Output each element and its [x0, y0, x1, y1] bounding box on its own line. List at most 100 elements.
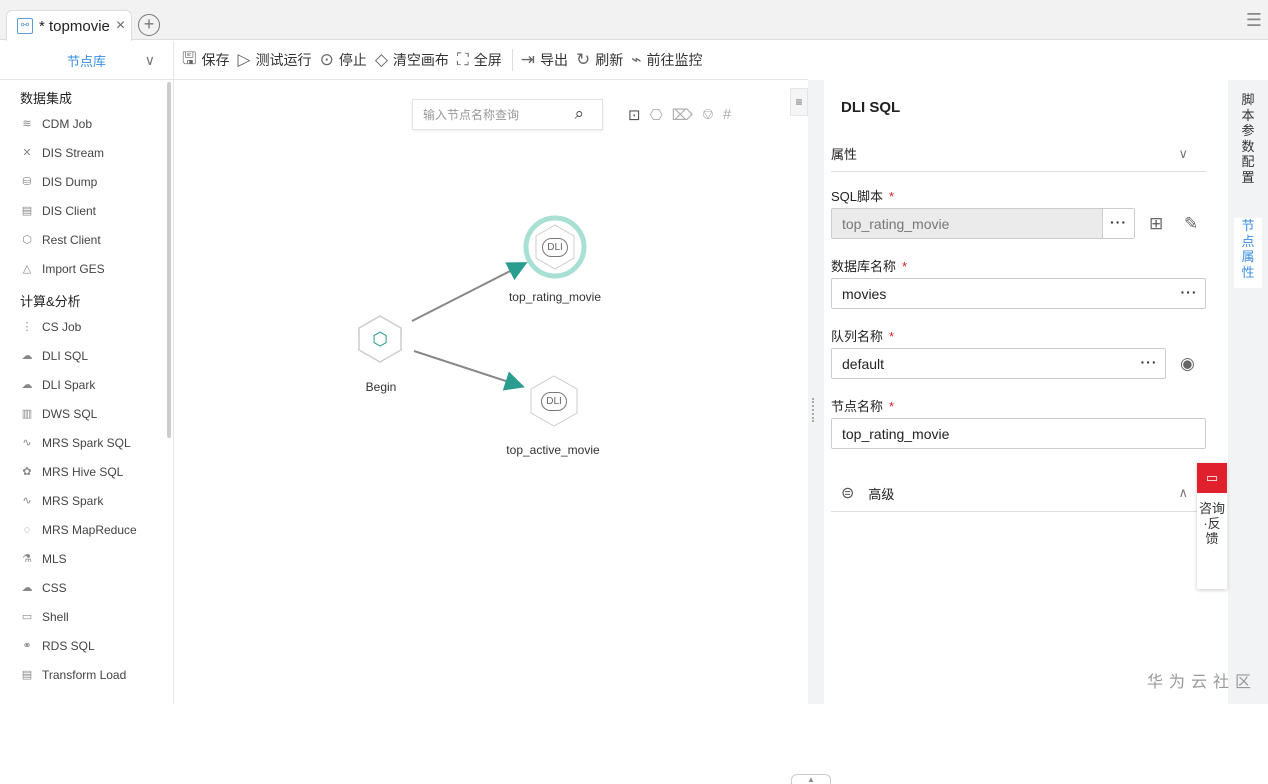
node-name-value: top_rating_movie [842, 425, 950, 442]
tab-node-properties[interactable]: 节点属性 [1234, 218, 1262, 288]
sidebar-item-dws-sql[interactable]: ▥ DWS SQL [0, 399, 173, 428]
node-type-icon: ▥ [21, 408, 33, 420]
add-tab-button[interactable]: + [138, 14, 160, 36]
sidebar-item-label: Import GES [42, 261, 105, 276]
database-field[interactable]: movies ··· [831, 278, 1206, 309]
chat-icon: ▭ [1197, 463, 1227, 493]
sidebar-item-dli-spark[interactable]: ☁ DLI Spark [0, 370, 173, 399]
sidebar-item-cs-job[interactable]: ⋮ CS Job [0, 312, 173, 341]
workflow-icon: ⚯ [17, 18, 33, 34]
edge-begin-to-top-rating[interactable] [411, 262, 528, 322]
node-type-icon: ▭ [21, 611, 33, 623]
toolbar-label: 导出 [540, 52, 569, 68]
more-options-button[interactable]: ··· [1102, 209, 1134, 238]
node-top-rating-movie[interactable]: DLI [522, 215, 588, 279]
node-type-icon: ▤ [21, 205, 33, 217]
section-title: 高级 [868, 486, 895, 502]
cloud-icon: DLI [541, 391, 567, 411]
menu-icon[interactable]: ☰ [1246, 10, 1262, 31]
node-type-icon: ∿ [22, 495, 32, 507]
panel-title: DLI SQL [841, 99, 901, 116]
tab-topmovie[interactable]: ⚯ * topmovie × [6, 10, 132, 41]
sidebar-item-mrs-spark-sql[interactable]: ∿ MRS Spark SQL [0, 428, 173, 457]
node-name-label: 节点名称 * [831, 399, 895, 414]
sidebar-item-mrs-hive-sql[interactable]: ✿ MRS Hive SQL [0, 457, 173, 486]
sidebar-item-label: CS Job [42, 319, 82, 334]
eye-icon[interactable]: ◉ [1180, 354, 1195, 374]
edge-begin-to-top-active[interactable] [413, 350, 525, 391]
queue-label: 队列名称 * [831, 329, 895, 344]
toolbar-button-stop[interactable]: ⊙ 停止 [320, 50, 367, 70]
sidebar-item-label: CSS [42, 580, 67, 595]
sidebar-item-dis-dump[interactable]: ⛁ DIS Dump [0, 167, 173, 196]
node-label-top-active: top_active_movie [506, 443, 600, 457]
tab-script-params[interactable]: 脚本参数配置 [1240, 92, 1256, 185]
sidebar-item-import-ges[interactable]: △ Import GES [0, 254, 173, 283]
feedback-button[interactable]: ▭ 咨询·反馈 [1197, 463, 1227, 589]
edit-icon[interactable]: ✎ [1184, 214, 1198, 234]
node-type-icon: ≋ [22, 118, 32, 130]
chevron-down-icon: ∨ [1178, 145, 1188, 161]
section-title: 属性 [831, 147, 858, 162]
queue-field[interactable]: default ··· [831, 348, 1166, 379]
sidebar-item-mrs-mapreduce[interactable]: ◌ MRS MapReduce [0, 515, 173, 544]
sidebar-item-transform-load[interactable]: ▤ Transform Load [0, 660, 173, 689]
toolbar-button-export[interactable]: ⇥ 导出 [521, 50, 568, 70]
tab-title: * topmovie [39, 17, 110, 35]
node-label-begin: Begin [365, 380, 397, 394]
play-icon: ▷ [237, 50, 251, 69]
sidebar-item-label: DIS Stream [42, 145, 105, 160]
advanced-icon: ⊜ [841, 485, 855, 502]
toolbar-label: 停止 [338, 52, 367, 68]
toolbar-button-refresh[interactable]: ↻ 刷新 [576, 50, 623, 70]
advanced-section-header[interactable]: ⊜ 高级 ∧ [831, 475, 1206, 512]
database-label: 数据库名称 * [831, 259, 908, 274]
node-type-icon: ⛁ [22, 176, 32, 188]
sidebar-item-dis-client[interactable]: ▤ DIS Client [0, 196, 173, 225]
toolbar-button-eraser[interactable]: ◇ 清空画布 [375, 50, 449, 70]
properties-section-header[interactable]: 属性 ∨ [831, 136, 1206, 172]
node-type-icon: ⚗ [22, 553, 32, 565]
sidebar-item-shell[interactable]: ▭ Shell [0, 602, 173, 631]
new-file-icon[interactable]: ⊞ [1149, 214, 1163, 234]
sidebar-scrollbar[interactable] [167, 82, 171, 438]
sidebar-item-rest-client[interactable]: ⬡ Rest Client [0, 225, 173, 254]
node-library: 数据集成 ≋ CDM Job ✕ DIS Stream ⛁ DIS Dump ▤ DIS Cl… [0, 80, 174, 704]
sidebar-item-rds-sql[interactable]: ⚭ RDS SQL [0, 631, 173, 660]
sidebar-item-label: MRS Hive SQL [42, 464, 124, 479]
toolbar-button-monitor[interactable]: ⌁ 前往监控 [631, 50, 702, 70]
sidebar-item-mls[interactable]: ⚗ MLS [0, 544, 173, 573]
node-begin[interactable]: ⬡ [357, 314, 403, 364]
cube-icon: ⬡ [372, 328, 388, 349]
refresh-icon: ↻ [576, 50, 591, 69]
sql-script-field[interactable]: top_rating_movie ··· [831, 208, 1135, 239]
node-top-active-movie[interactable]: DLI [529, 375, 579, 427]
close-tab-icon[interactable]: × [116, 17, 125, 35]
export-icon: ⇥ [520, 50, 536, 69]
toolbar-label: 前往监控 [646, 52, 703, 68]
node-name-input[interactable]: top_rating_movie [831, 418, 1206, 449]
sidebar-item-label: DLI Spark [42, 377, 96, 392]
more-options-button[interactable]: ··· [1133, 349, 1165, 378]
toolbar-button-fullscreen[interactable]: ⛶ 全屏 [457, 50, 502, 70]
more-options-button[interactable]: ··· [1173, 279, 1205, 308]
toolbar-label: 全屏 [473, 52, 502, 68]
node-library-selector[interactable]: 节点库 ∨ [0, 40, 174, 80]
monitor-icon: ⌁ [631, 50, 642, 69]
sidebar-item-cdm-job[interactable]: ≋ CDM Job [0, 109, 173, 138]
sidebar-item-dli-sql[interactable]: ☁ DLI SQL [0, 341, 173, 370]
node-type-icon: ✿ [22, 466, 32, 478]
sql-script-value: top_rating_movie [842, 215, 950, 232]
workflow-canvas[interactable]: 输入节点名称查询 ⌕ ⊡ ⎔ ⌦ ⎊ # ≡ ⬡ Begin DLI top_r… [174, 80, 831, 784]
sidebar-item-css[interactable]: ☁ CSS [0, 573, 173, 602]
resize-handle[interactable] [812, 398, 818, 422]
toolbar-label: 清空画布 [392, 52, 449, 68]
cloud-icon: DLI [542, 237, 568, 257]
toolbar-button-save[interactable]: 🖫 保存 [182, 46, 229, 75]
node-type-icon: ⚭ [22, 640, 32, 652]
sidebar-item-dis-stream[interactable]: ✕ DIS Stream [0, 138, 173, 167]
watermark: 华为云社区 [1147, 674, 1258, 691]
expand-bottom-handle[interactable]: ▲ [791, 774, 831, 784]
sidebar-item-mrs-spark[interactable]: ∿ MRS Spark [0, 486, 173, 515]
toolbar-button-play[interactable]: ▷ 测试运行 [237, 50, 311, 70]
